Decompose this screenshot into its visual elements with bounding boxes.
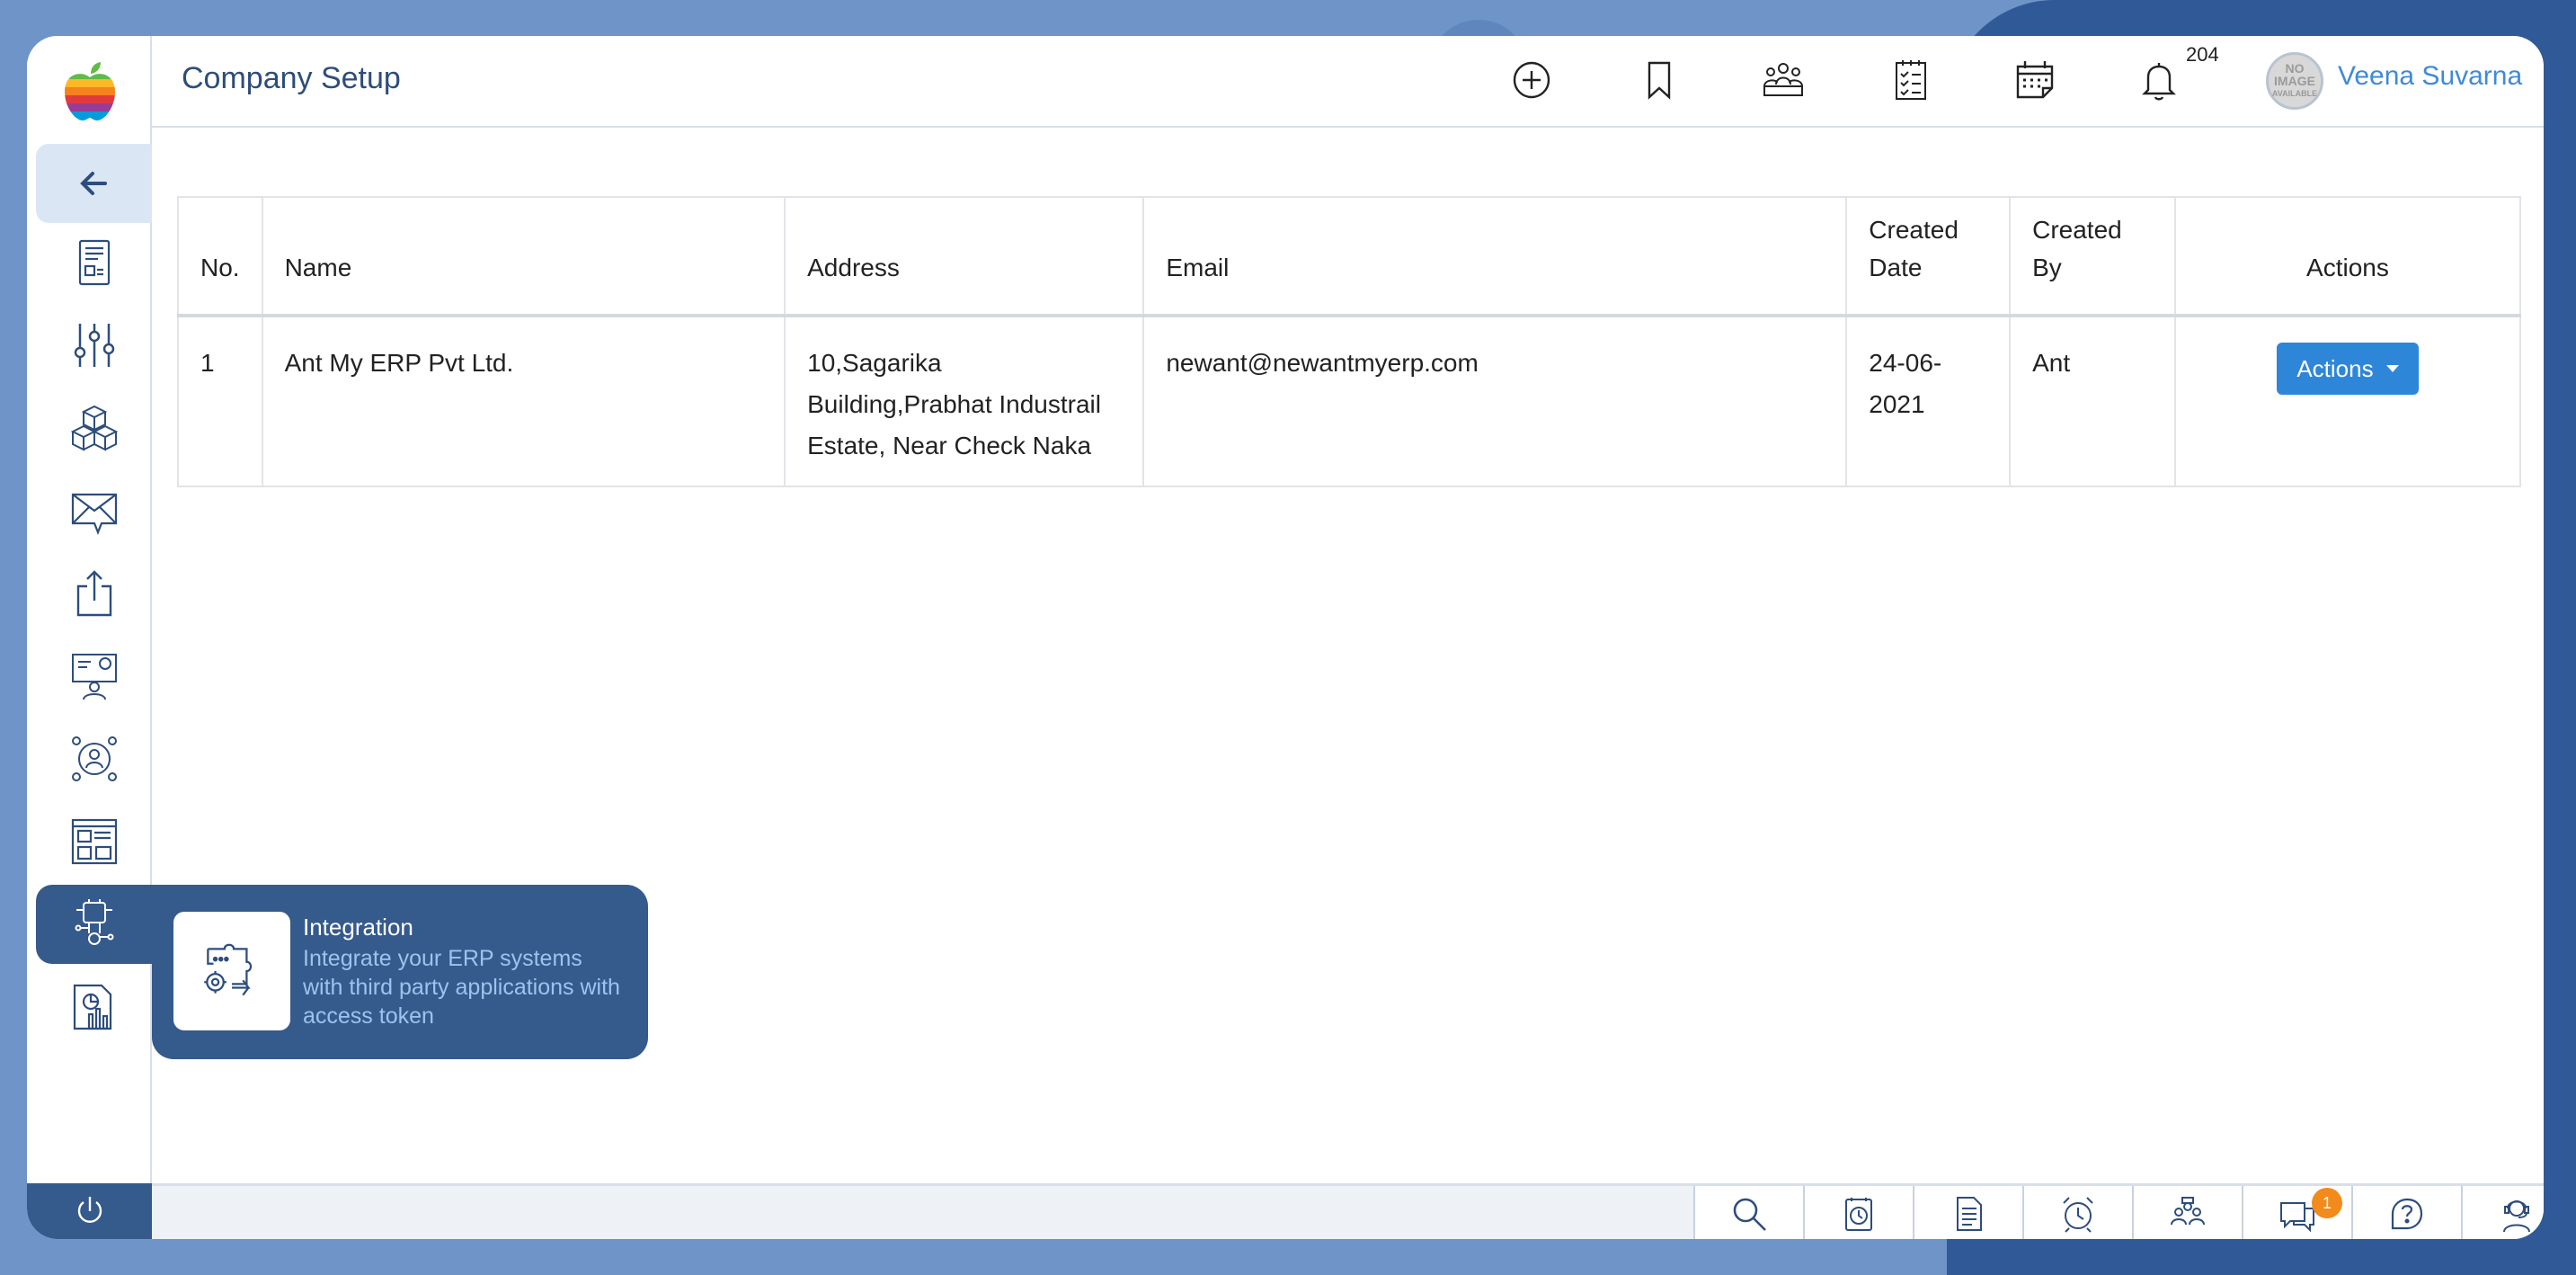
column-header-created-by: Created By [2009, 196, 2176, 317]
table-header-row: No. Name Address Email Created Date Crea… [177, 196, 2522, 317]
sidebar-item-mail[interactable] [36, 471, 152, 550]
team-button[interactable] [1759, 56, 1808, 104]
power-button[interactable] [27, 1183, 152, 1239]
notifications-button[interactable] [2135, 56, 2183, 104]
background-dot [2549, 800, 2576, 827]
avatar-text-line: AVAILABLE [2271, 89, 2318, 98]
app-window: Company Setup 204 NO IMAGE AVAILABLE Vee… [27, 36, 2544, 1239]
report-chart-icon [73, 984, 111, 1030]
help-icon [2391, 1198, 2423, 1230]
calendar-button[interactable] [2011, 56, 2059, 104]
upload-icon [76, 570, 111, 617]
integration-tooltip: Integration Integrate your ERP systems w… [152, 885, 648, 1059]
sidebar [27, 36, 152, 1239]
company-table: No. Name Address Email Created Date Crea… [177, 196, 2522, 487]
sidebar-item-settings[interactable] [36, 306, 152, 385]
footer-toolbar: 1 [152, 1183, 2544, 1239]
back-button[interactable] [36, 144, 152, 223]
tasks-button[interactable] [1887, 56, 1935, 104]
bell-icon [2142, 63, 2176, 101]
avatar[interactable]: NO IMAGE AVAILABLE [2266, 52, 2323, 110]
cell-address: 10,Sagarika Building,Prabhat Industrail … [784, 315, 1145, 487]
timesheet-icon [1845, 1198, 1872, 1231]
cubes-icon [70, 405, 118, 451]
team-icon [1763, 63, 1803, 96]
bookmark-icon [1648, 61, 1671, 100]
footer-help-button[interactable] [2351, 1186, 2461, 1239]
sidebar-item-profile[interactable] [36, 802, 152, 881]
actions-button-label: Actions [2296, 354, 2374, 382]
sidebar-item-export[interactable] [36, 554, 152, 633]
sliders-icon [74, 324, 114, 367]
table-row: 1 Ant My ERP Pvt Ltd. 10,Sagarika Buildi… [177, 315, 2522, 487]
header: Company Setup 204 NO IMAGE AVAILABLE Vee… [152, 36, 2544, 128]
presentation-icon [71, 654, 117, 700]
footer-timesheet-button[interactable] [1803, 1186, 1913, 1239]
sidebar-item-training[interactable] [36, 637, 152, 716]
meeting-icon [2171, 1197, 2205, 1226]
back-arrow-icon [79, 172, 107, 195]
sidebar-item-integration[interactable] [36, 885, 152, 964]
add-button[interactable] [1507, 56, 1556, 104]
document-icon [1957, 1197, 1982, 1231]
cell-created-date: 24-06-2021 [1845, 315, 2012, 487]
power-icon [77, 1197, 102, 1223]
avatar-text-line: IMAGE [2274, 74, 2315, 88]
search-icon [1733, 1198, 1766, 1231]
footer-support-button[interactable] [2461, 1186, 2544, 1239]
user-name[interactable]: Veena Suvarna [2338, 61, 2522, 92]
support-agent-icon [2503, 1200, 2530, 1233]
bookmark-button[interactable] [1635, 56, 1683, 104]
footer-chat-button[interactable]: 1 [2242, 1186, 2351, 1239]
alarm-clock-icon [2063, 1197, 2093, 1233]
profile-card-icon [71, 818, 117, 865]
apple-logo-icon[interactable] [61, 61, 119, 122]
sidebar-item-reports[interactable] [36, 967, 152, 1047]
column-header-name: Name [261, 196, 786, 317]
sidebar-item-users[interactable] [36, 719, 152, 798]
column-header-actions: Actions [2173, 196, 2522, 317]
column-header-created-date: Created Date [1845, 196, 2012, 317]
caret-down-icon [2385, 365, 2399, 372]
tooltip-title: Integration [303, 914, 413, 941]
add-circle-icon [1513, 61, 1550, 99]
footer-document-button[interactable] [1913, 1186, 2022, 1239]
user-network-icon [71, 736, 117, 781]
footer-meeting-button[interactable] [2132, 1186, 2242, 1239]
sidebar-item-inventory[interactable] [36, 388, 152, 468]
chat-badge: 1 [2312, 1188, 2342, 1218]
footer-search-button[interactable] [1693, 1186, 1803, 1239]
document-icon [78, 239, 110, 286]
mail-icon [71, 493, 117, 535]
notification-count: 204 [2186, 43, 2219, 66]
calendar-icon [2016, 61, 2054, 99]
tooltip-description: Integrate your ERP systems with third pa… [303, 946, 620, 1029]
sidebar-item-documents[interactable] [36, 223, 152, 302]
integration-icon [75, 899, 113, 945]
footer-alarm-button[interactable] [2022, 1186, 2132, 1239]
column-header-no: No. [177, 196, 263, 317]
cell-created-by: Ant [2009, 315, 2176, 487]
cell-email: newant@newantmyerp.com [1142, 315, 1848, 487]
avatar-text-line: NO [2285, 61, 2305, 76]
page-title: Company Setup [182, 61, 401, 95]
column-header-email: Email [1142, 196, 1848, 317]
cell-name: Ant My ERP Pvt Ltd. [261, 315, 786, 487]
checklist-icon [1896, 60, 1926, 100]
puzzle-gear-icon [173, 912, 290, 1030]
actions-dropdown-button[interactable]: Actions [2277, 343, 2419, 395]
cell-no: 1 [177, 315, 263, 487]
company-table-container: No. Name Address Email Created Date Crea… [177, 196, 2522, 487]
cell-actions: Actions [2173, 315, 2522, 487]
column-header-address: Address [784, 196, 1145, 317]
